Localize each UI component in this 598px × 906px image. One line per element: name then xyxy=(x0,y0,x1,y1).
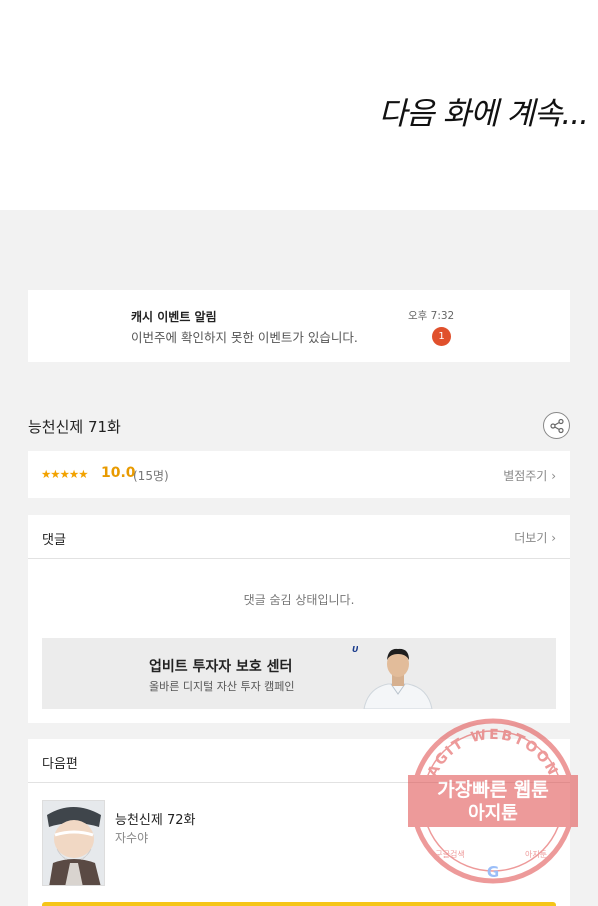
ad-banner[interactable]: 업비트 투자자 보호 센터 올바른 디지털 자산 투자 캠페인 UPbit xyxy=(42,638,556,709)
share-icon xyxy=(550,418,564,434)
more-label: 더보기 xyxy=(514,531,548,545)
rating-card: ★★★★★ 10.0 (15명) 별점주기 › xyxy=(28,451,570,498)
ad-subtitle: 올바른 디지털 자산 투자 캠페인 xyxy=(149,680,295,693)
next-episode-section-title: 다음편 xyxy=(42,757,78,772)
notification-message: 이번주에 확인하지 못한 이벤트가 있습니다. xyxy=(131,330,358,345)
episode-end-panel: 다음 화에 계속... xyxy=(0,0,598,210)
ad-person-image xyxy=(358,642,438,709)
share-button[interactable] xyxy=(543,412,570,439)
comments-more-button[interactable]: 더보기 › xyxy=(514,529,556,546)
comments-header: 댓글 더보기 › xyxy=(28,515,570,559)
comments-title: 댓글 xyxy=(42,533,66,548)
thumbnail-image xyxy=(43,801,104,885)
chevron-right-icon: › xyxy=(551,531,556,545)
notification-time: 오후 7:32 xyxy=(408,310,455,322)
next-episode-author: 자수야 xyxy=(115,831,149,845)
to-be-continued-text: 다음 화에 계속... xyxy=(378,96,589,132)
comments-card: 댓글 더보기 › 댓글 숨김 상태입니다. 업비트 투자자 보호 센터 올바른 … xyxy=(28,515,570,723)
next-episode-thumbnail[interactable] xyxy=(42,800,105,886)
rating-stars: ★★★★★ xyxy=(41,467,89,481)
notification-count-badge: 1 xyxy=(432,327,451,346)
notification-title: 캐시 이벤트 알림 xyxy=(131,310,217,324)
rate-button[interactable]: 별점주기 › xyxy=(503,467,556,484)
notification-card[interactable]: 캐시 이벤트 알림 이번주에 확인하지 못한 이벤트가 있습니다. 오후 7:3… xyxy=(28,290,570,362)
rate-button-label: 별점주기 xyxy=(503,469,548,483)
next-episode-header: 다음편 xyxy=(28,739,570,783)
ad-title: 업비트 투자자 보호 센터 xyxy=(149,659,293,675)
rating-score: 10.0 xyxy=(101,465,136,481)
next-episode-card: 다음편 능천신제 72화 자수야 xyxy=(28,739,570,906)
rating-vote-count: (15명) xyxy=(133,469,169,483)
next-episode-button[interactable] xyxy=(42,902,556,906)
next-episode-title[interactable]: 능천신제 72화 xyxy=(115,809,195,828)
episode-title: 능천신제 71화 xyxy=(28,418,121,436)
comments-hidden-message: 댓글 숨김 상태입니다. xyxy=(243,593,355,607)
chevron-right-icon: › xyxy=(551,469,556,483)
